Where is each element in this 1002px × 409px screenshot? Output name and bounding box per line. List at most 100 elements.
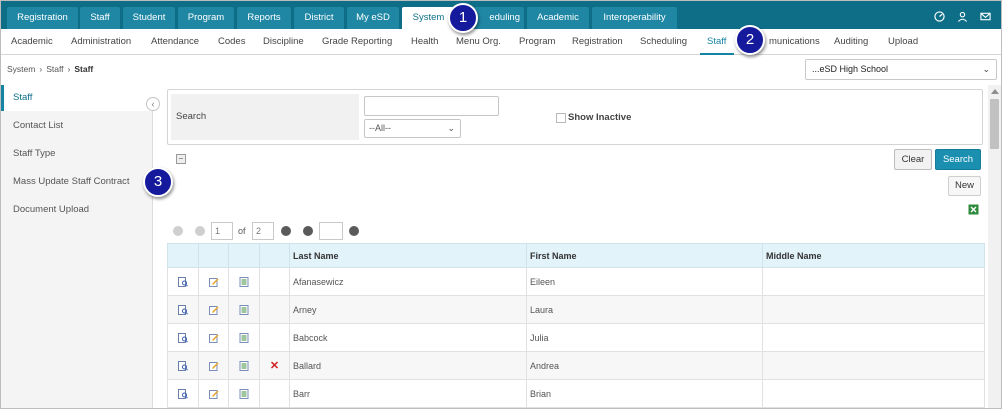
new-button[interactable]: New: [948, 176, 981, 196]
subnav-communications[interactable]: munications: [769, 36, 820, 47]
tab-interoperability[interactable]: Interoperability: [592, 7, 677, 29]
mail-icon[interactable]: [980, 11, 991, 22]
edit-cell[interactable]: [198, 323, 229, 352]
scrollbar-thumb[interactable]: [990, 99, 999, 149]
excel-export-icon[interactable]: [968, 204, 979, 215]
first-page-icon[interactable]: [173, 226, 183, 236]
subnav-grade-reporting[interactable]: Grade Reporting: [322, 36, 392, 47]
detail-cell[interactable]: [228, 323, 260, 352]
view-record-icon[interactable]: [178, 360, 188, 371]
breadcrumb-staff[interactable]: Staff: [46, 64, 63, 74]
table-row[interactable]: Barr Brian: [167, 379, 985, 408]
user-icon[interactable]: [957, 11, 968, 22]
show-inactive-toggle[interactable]: Show Inactive: [556, 112, 631, 123]
view-cell[interactable]: [167, 267, 199, 296]
edit-record-icon[interactable]: [208, 360, 219, 371]
app-window: Registration Staff Student Program Repor…: [0, 0, 1002, 409]
next-page-icon[interactable]: [281, 226, 291, 236]
detail-record-icon[interactable]: [239, 360, 249, 371]
chevron-down-icon: ⌄: [982, 64, 990, 74]
column-header-middle-name[interactable]: Middle Name: [762, 243, 985, 268]
cell-middle-name: [762, 295, 985, 324]
tab-academic[interactable]: Academic: [527, 7, 589, 29]
column-header-first-name[interactable]: First Name: [526, 243, 763, 268]
edit-record-icon[interactable]: [208, 332, 219, 343]
search-button[interactable]: Search: [935, 149, 981, 170]
detail-cell[interactable]: [228, 351, 260, 380]
view-record-icon[interactable]: [178, 332, 188, 343]
scroll-up-icon[interactable]: [991, 89, 999, 94]
subnav-registration[interactable]: Registration: [572, 36, 623, 47]
edit-cell[interactable]: [198, 379, 229, 408]
chevron-down-icon: ⌄: [447, 123, 455, 133]
subnav-staff[interactable]: Staff: [707, 36, 726, 47]
subnav-codes[interactable]: Codes: [218, 36, 245, 47]
show-inactive-checkbox[interactable]: [556, 112, 566, 123]
edit-record-icon[interactable]: [208, 276, 219, 287]
dashboard-icon[interactable]: [934, 11, 945, 22]
detail-record-icon[interactable]: [239, 388, 249, 399]
collapse-sidebar-button[interactable]: ‹: [146, 97, 160, 111]
subnav-program[interactable]: Program: [519, 36, 555, 47]
view-cell[interactable]: [167, 379, 199, 408]
edit-cell[interactable]: [198, 267, 229, 296]
table-row[interactable]: Afanasewicz Eileen: [167, 267, 985, 296]
subnav-auditing[interactable]: Auditing: [834, 36, 868, 47]
detail-record-icon[interactable]: [239, 304, 249, 315]
view-record-icon[interactable]: [178, 388, 188, 399]
vertical-scrollbar[interactable]: [988, 85, 1001, 408]
breadcrumb-system[interactable]: System: [7, 64, 35, 74]
view-cell[interactable]: [167, 351, 199, 380]
tab-district[interactable]: District: [294, 7, 344, 29]
sidebar-item-staff[interactable]: Staff: [1, 85, 153, 111]
table-row[interactable]: Babcock Julia: [167, 323, 985, 352]
filter-select[interactable]: --All-- ⌄: [364, 119, 461, 138]
edit-cell[interactable]: [198, 351, 229, 380]
table-row[interactable]: ✕ Ballard Andrea: [167, 351, 985, 380]
subnav-discipline[interactable]: Discipline: [263, 36, 304, 47]
edit-record-icon[interactable]: [208, 388, 219, 399]
goto-page-icon[interactable]: [349, 226, 359, 236]
view-record-icon[interactable]: [178, 276, 188, 287]
table-row[interactable]: Arney Laura: [167, 295, 985, 324]
search-input[interactable]: [364, 96, 499, 116]
subnav-administration[interactable]: Administration: [71, 36, 131, 47]
collapse-search-button[interactable]: −: [176, 154, 186, 164]
tab-registration[interactable]: Registration: [7, 7, 78, 29]
school-select[interactable]: ...eSD High School ⌄: [805, 59, 997, 80]
sidebar-item-contact-list[interactable]: Contact List: [1, 113, 153, 139]
edit-record-icon[interactable]: [208, 304, 219, 315]
view-record-icon[interactable]: [178, 304, 188, 315]
tab-student[interactable]: Student: [123, 7, 175, 29]
subnav-academic[interactable]: Academic: [11, 36, 53, 47]
delete-record-icon[interactable]: ✕: [270, 360, 279, 372]
subnav-scheduling[interactable]: Scheduling: [640, 36, 687, 47]
detail-record-icon[interactable]: [239, 332, 249, 343]
delete-cell[interactable]: ✕: [259, 351, 290, 380]
subnav-attendance[interactable]: Attendance: [151, 36, 199, 47]
sidebar-item-document-upload[interactable]: Document Upload: [1, 197, 153, 223]
subnav-menu-org[interactable]: Menu Org.: [456, 36, 501, 47]
last-page-icon[interactable]: [303, 226, 313, 236]
tab-reports[interactable]: Reports: [237, 7, 291, 29]
goto-page-input[interactable]: [319, 222, 343, 240]
detail-record-icon[interactable]: [239, 276, 249, 287]
page-number-input[interactable]: 1: [211, 222, 233, 240]
sidebar-item-mass-update-staff-contract[interactable]: Mass Update Staff Contract: [1, 169, 153, 195]
previous-page-icon[interactable]: [195, 226, 205, 236]
detail-cell[interactable]: [228, 379, 260, 408]
column-header-last-name[interactable]: Last Name: [289, 243, 527, 268]
subnav-health[interactable]: Health: [411, 36, 438, 47]
sidebar: Staff Contact List Staff Type Mass Updat…: [1, 85, 153, 408]
subnav-upload[interactable]: Upload: [888, 36, 918, 47]
tab-my-esd[interactable]: My eSD: [347, 7, 399, 29]
edit-cell[interactable]: [198, 295, 229, 324]
view-cell[interactable]: [167, 295, 199, 324]
tab-program[interactable]: Program: [178, 7, 234, 29]
detail-cell[interactable]: [228, 295, 260, 324]
clear-button[interactable]: Clear: [894, 149, 932, 170]
detail-cell[interactable]: [228, 267, 260, 296]
tab-staff[interactable]: Staff: [80, 7, 120, 29]
view-cell[interactable]: [167, 323, 199, 352]
sidebar-item-staff-type[interactable]: Staff Type: [1, 141, 153, 167]
